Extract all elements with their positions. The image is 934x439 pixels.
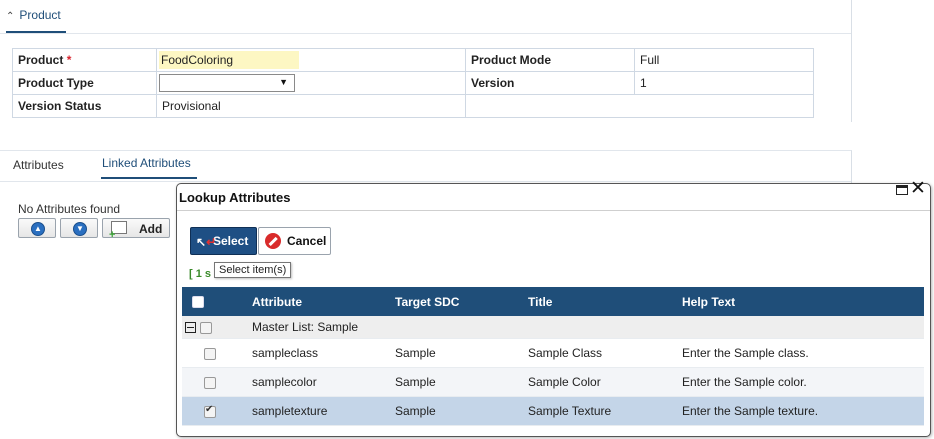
cell-title: Sample Class bbox=[518, 338, 672, 368]
cell-attribute: samplecolor bbox=[242, 367, 385, 397]
group-checkbox[interactable] bbox=[200, 321, 212, 334]
select-button-label: Select bbox=[213, 234, 249, 248]
empty-cell bbox=[465, 94, 814, 118]
product-mode-label: Product Mode bbox=[465, 48, 635, 72]
select-all-cell bbox=[182, 287, 242, 316]
move-down-icon: ▼ bbox=[73, 222, 87, 236]
version-status-label: Version Status bbox=[12, 94, 157, 118]
product-mode-value: Full bbox=[634, 48, 814, 72]
dropdown-arrow-icon: ▼ bbox=[279, 77, 288, 87]
add-button[interactable]: + Add bbox=[102, 218, 170, 241]
move-up-button[interactable]: ▲ bbox=[18, 218, 56, 238]
cell-target-sdc: Sample bbox=[385, 367, 518, 397]
move-down-button[interactable]: ▼ bbox=[60, 218, 98, 238]
table-row[interactable]: samplecolor Sample Sample Color Enter th… bbox=[182, 367, 924, 397]
product-section-toggle[interactable]: ⌃ Product bbox=[6, 8, 61, 22]
cell-attribute: sampleclass bbox=[242, 338, 385, 368]
close-icon[interactable]: ✕ bbox=[910, 179, 926, 198]
cancel-button-label: Cancel bbox=[287, 234, 327, 248]
cell-help-text: Enter the Sample color. bbox=[672, 367, 924, 397]
add-label: Add bbox=[139, 222, 163, 236]
product-value-cell: FoodColoring bbox=[156, 48, 466, 72]
maximize-icon[interactable] bbox=[896, 185, 908, 195]
column-header-help-text[interactable]: Help Text bbox=[672, 287, 924, 316]
grid-header-row: Attribute Target SDC Title Help Text bbox=[182, 287, 924, 316]
attributes-grid: Attribute Target SDC Title Help Text Mas… bbox=[182, 287, 924, 426]
selection-count-prefix: [ 1 s bbox=[189, 268, 212, 280]
product-type-label: Product Type bbox=[12, 71, 157, 95]
dialog-title-divider bbox=[177, 210, 930, 211]
cancel-button[interactable]: Cancel bbox=[258, 227, 331, 255]
column-header-target-sdc[interactable]: Target SDC bbox=[385, 287, 518, 316]
product-type-select[interactable]: ▼ bbox=[159, 74, 295, 92]
chevron-up-icon: ⌃ bbox=[6, 11, 15, 22]
product-properties-table: Product * FoodColoring Product Mode Full… bbox=[12, 48, 814, 118]
column-header-title[interactable]: Title bbox=[518, 287, 672, 316]
cell-title: Sample Texture bbox=[518, 396, 672, 426]
cell-attribute: sampletexture bbox=[242, 396, 385, 426]
attributes-tabs-divider bbox=[0, 181, 851, 182]
required-mark: * bbox=[66, 53, 72, 67]
row-checkbox[interactable] bbox=[204, 376, 216, 389]
version-label: Version bbox=[465, 71, 635, 95]
cell-help-text: Enter the Sample class. bbox=[672, 338, 924, 368]
cell-target-sdc: Sample bbox=[385, 338, 518, 368]
dialog-title: Lookup Attributes bbox=[179, 190, 291, 205]
no-attributes-message: No Attributes found bbox=[18, 202, 121, 216]
group-label: Master List: Sample bbox=[242, 316, 924, 339]
cell-target-sdc: Sample bbox=[385, 396, 518, 426]
version-status-value: Provisional bbox=[156, 94, 466, 118]
group-row: Master List: Sample bbox=[182, 316, 924, 339]
product-header-divider bbox=[0, 33, 851, 34]
select-cursor-icon: ↖↵ bbox=[196, 235, 217, 249]
table-row[interactable]: sampletexture Sample Sample Texture Ente… bbox=[182, 396, 924, 426]
row-checkbox[interactable] bbox=[204, 404, 216, 418]
column-header-attribute[interactable]: Attribute bbox=[242, 287, 385, 316]
group-controls-cell bbox=[182, 316, 242, 339]
product-type-cell: ▼ bbox=[156, 71, 466, 95]
table-row[interactable]: sampleclass Sample Sample Class Enter th… bbox=[182, 338, 924, 368]
cell-help-text: Enter the Sample texture. bbox=[672, 396, 924, 426]
product-name-field[interactable]: FoodColoring bbox=[159, 51, 299, 69]
tab-linked-attributes[interactable]: Linked Attributes bbox=[102, 156, 191, 170]
version-value: 1 bbox=[634, 71, 814, 95]
product-tab-label: Product bbox=[19, 8, 61, 22]
collapse-icon[interactable] bbox=[185, 322, 196, 334]
select-tooltip: Select item(s) bbox=[214, 262, 292, 278]
cancel-icon bbox=[265, 233, 281, 249]
select-button[interactable]: ↖↵ Select bbox=[190, 227, 257, 255]
row-checkbox[interactable] bbox=[204, 347, 216, 360]
product-label-cell: Product * bbox=[12, 48, 157, 72]
select-all-checkbox[interactable] bbox=[192, 296, 204, 309]
move-up-icon: ▲ bbox=[31, 222, 45, 236]
tab-attributes[interactable]: Attributes bbox=[13, 158, 64, 172]
active-tab-underline bbox=[101, 177, 197, 179]
cell-title: Sample Color bbox=[518, 367, 672, 397]
